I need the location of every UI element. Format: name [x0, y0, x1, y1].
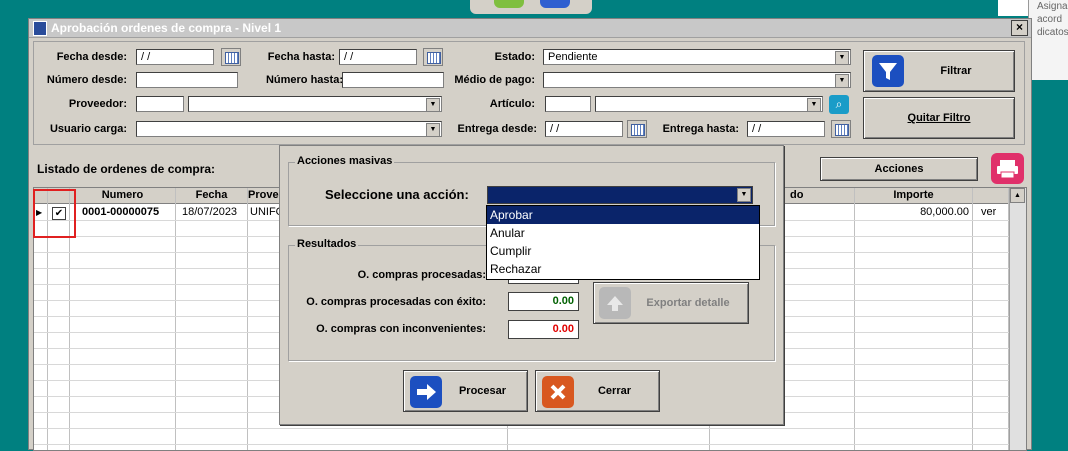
- acciones-masivas-title: Acciones masivas: [295, 155, 395, 167]
- articulo-code-input[interactable]: [545, 96, 591, 112]
- chevron-down-icon[interactable]: ▼: [807, 98, 821, 111]
- cerrar-label: Cerrar: [597, 385, 632, 397]
- estado-value: Pendiente: [548, 51, 598, 63]
- numero-desde-label: Número desde:: [46, 74, 127, 86]
- entrega-hasta-input[interactable]: / /: [747, 121, 825, 137]
- cerrar-button[interactable]: Cerrar: [535, 370, 660, 412]
- chevron-down-icon[interactable]: ▼: [737, 188, 751, 202]
- chevron-down-icon[interactable]: ▼: [426, 123, 440, 136]
- exito-value: 0.00: [508, 292, 579, 311]
- entrega-desde-label: Entrega desde:: [457, 123, 537, 135]
- app-icon: [33, 21, 47, 36]
- option-aprobar[interactable]: Aprobar: [487, 206, 759, 224]
- window-title: Aprobación ordenes de compra - Nivel 1: [51, 21, 282, 35]
- exportar-label: Exportar detalle: [646, 297, 730, 309]
- estado-label: Estado:: [494, 51, 535, 63]
- resultados-title: Resultados: [295, 238, 359, 250]
- option-cumplir[interactable]: Cumplir: [487, 242, 759, 260]
- procesar-button[interactable]: Procesar: [403, 370, 528, 412]
- usuario-carga-select[interactable]: ▼: [136, 121, 442, 137]
- background-text-2: acord: [1037, 14, 1063, 25]
- numero-desde-input[interactable]: [136, 72, 238, 88]
- entrega-hasta-calendar-icon[interactable]: [831, 120, 851, 138]
- acciones-button[interactable]: Acciones: [820, 157, 978, 181]
- row-importe: 80,000.00: [920, 206, 969, 218]
- background-right-panel: Asignac acord dicatos: [1028, 0, 1068, 80]
- numero-hasta-label: Número hasta:: [265, 74, 343, 86]
- usuario-carga-label: Usuario carga:: [49, 123, 127, 135]
- procesar-label: Procesar: [458, 385, 507, 397]
- exportar-detalle-button[interactable]: Exportar detalle: [593, 282, 749, 324]
- medio-pago-label: Médio de pago:: [454, 74, 535, 86]
- list-title: Listado de ordenes de compra:: [37, 162, 216, 176]
- option-anular[interactable]: Anular: [487, 224, 759, 242]
- filtrar-button[interactable]: Filtrar: [863, 50, 1015, 92]
- highlight-box: [33, 189, 76, 238]
- close-button[interactable]: ×: [1011, 20, 1028, 36]
- row-ver-link[interactable]: ver: [981, 205, 996, 220]
- background-text-3: dicatos: [1037, 27, 1068, 38]
- procesadas-label: O. compras procesadas:: [357, 269, 486, 281]
- option-rechazar[interactable]: Rechazar: [487, 260, 759, 278]
- chevron-down-icon[interactable]: ▼: [426, 98, 440, 111]
- articulo-select[interactable]: ▼: [595, 96, 823, 112]
- close-icon: [542, 376, 574, 408]
- funnel-icon: [872, 55, 904, 87]
- fecha-desde-label: Fecha desde:: [56, 51, 127, 63]
- printer-icon[interactable]: [991, 153, 1024, 184]
- scroll-up-icon[interactable]: ▲: [1010, 188, 1025, 203]
- inconvenientes-label: O. compras con inconvenientes:: [316, 323, 486, 335]
- entrega-desde-input[interactable]: / /: [545, 121, 623, 137]
- quitar-filtro-button[interactable]: Quitar Filtro: [863, 97, 1015, 139]
- proveedor-select[interactable]: ▼: [188, 96, 442, 112]
- articulo-label: Artículo:: [489, 98, 535, 110]
- export-icon: [599, 287, 631, 319]
- fecha-hasta-label: Fecha hasta:: [267, 51, 335, 63]
- select-action-label: Seleccione una acción:: [325, 187, 469, 202]
- grid-scrollbar[interactable]: ▲: [1009, 188, 1026, 450]
- fecha-hasta-input[interactable]: / /: [339, 49, 417, 65]
- background-toolbar: [470, 0, 592, 14]
- background-text-1: Asignac: [1037, 1, 1068, 12]
- row-numero: 0001-00000075: [82, 206, 160, 218]
- medio-pago-select[interactable]: ▼: [543, 72, 851, 88]
- search-icon[interactable]: ⌕: [829, 95, 849, 114]
- chevron-down-icon[interactable]: ▼: [835, 51, 849, 64]
- fecha-desde-input[interactable]: / /: [136, 49, 214, 65]
- fecha-desde-calendar-icon[interactable]: [221, 48, 241, 66]
- action-dropdown-list: Aprobar Anular Cumplir Rechazar: [486, 205, 760, 280]
- exito-label: O. compras procesadas con éxito:: [306, 296, 486, 308]
- background-green-button: [494, 0, 524, 8]
- col-fecha[interactable]: Fecha: [176, 188, 248, 204]
- numero-hasta-input[interactable]: [342, 72, 444, 88]
- col-link: [973, 188, 1009, 204]
- col-numero[interactable]: Numero: [70, 188, 176, 204]
- entrega-desde-calendar-icon[interactable]: [627, 120, 647, 138]
- acciones-dialog: Acciones masivas Seleccione una acción: …: [279, 145, 784, 425]
- background-blue-button: [540, 0, 570, 8]
- fecha-hasta-calendar-icon[interactable]: [423, 48, 443, 66]
- inconvenientes-value: 0.00: [508, 320, 579, 339]
- row-fecha: 18/07/2023: [182, 206, 238, 218]
- proveedor-label: Proveedor:: [68, 98, 127, 110]
- col-importe[interactable]: Importe: [855, 188, 973, 204]
- estado-select[interactable]: Pendiente ▼: [543, 49, 851, 65]
- proveedor-code-input[interactable]: [136, 96, 184, 112]
- filtrar-label: Filtrar: [940, 65, 972, 77]
- action-select[interactable]: ▼: [487, 186, 753, 204]
- chevron-down-icon[interactable]: ▼: [835, 74, 849, 87]
- entrega-hasta-label: Entrega hasta:: [662, 123, 739, 135]
- action-select-value: [488, 187, 492, 199]
- title-bar: Aprobación ordenes de compra - Nivel 1 ×: [29, 19, 1031, 38]
- arrow-right-icon: [410, 376, 442, 408]
